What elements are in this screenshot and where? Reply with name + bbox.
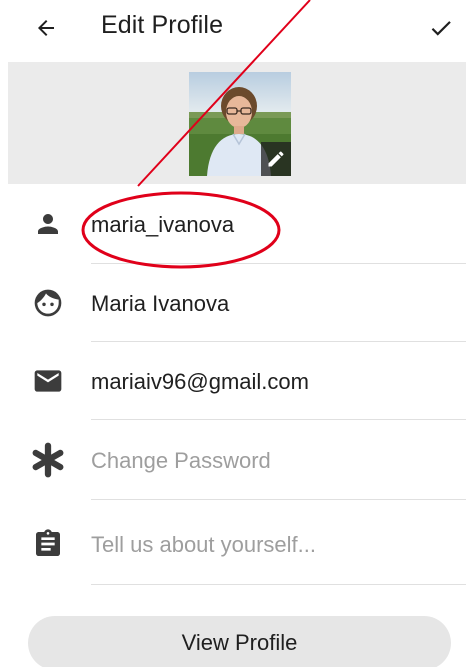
pencil-icon — [268, 151, 284, 167]
person-icon — [38, 214, 58, 234]
save-button[interactable] — [421, 10, 461, 46]
change-password-row[interactable]: Change Password — [0, 420, 466, 500]
full-name-field: Maria Ivanova — [91, 291, 230, 316]
email-icon-wrap — [26, 359, 70, 403]
divider — [91, 584, 466, 585]
person-icon-wrap — [26, 202, 70, 246]
username-field: maria_ivanova — [91, 212, 235, 237]
arrow-left-icon — [38, 20, 54, 36]
about-row[interactable]: Tell us about yourself... — [0, 500, 466, 585]
edit-photo-button[interactable] — [261, 142, 291, 176]
clipboard-icon-wrap — [26, 522, 70, 566]
username-row[interactable]: maria_ivanova — [0, 186, 466, 264]
about-field: Tell us about yourself... — [91, 532, 317, 557]
page-title: Edit Profile — [101, 11, 224, 39]
top-app-bar: Edit Profile — [0, 0, 466, 62]
check-icon — [431, 21, 451, 36]
clipboard-icon — [36, 529, 60, 556]
back-button[interactable] — [28, 10, 64, 46]
view-profile-button[interactable]: View Profile — [28, 616, 451, 667]
email-row[interactable]: mariaiv96@gmail.com — [0, 342, 466, 420]
change-password-field: Change Password — [91, 448, 271, 473]
face-icon — [34, 289, 62, 317]
asterisk-icon — [32, 442, 64, 478]
name-row[interactable]: Maria Ivanova — [0, 264, 466, 342]
email-field: mariaiv96@gmail.com — [91, 369, 309, 394]
asterisk-icon-wrap — [26, 438, 70, 482]
email-icon — [34, 370, 62, 392]
face-icon-wrap — [26, 281, 70, 325]
